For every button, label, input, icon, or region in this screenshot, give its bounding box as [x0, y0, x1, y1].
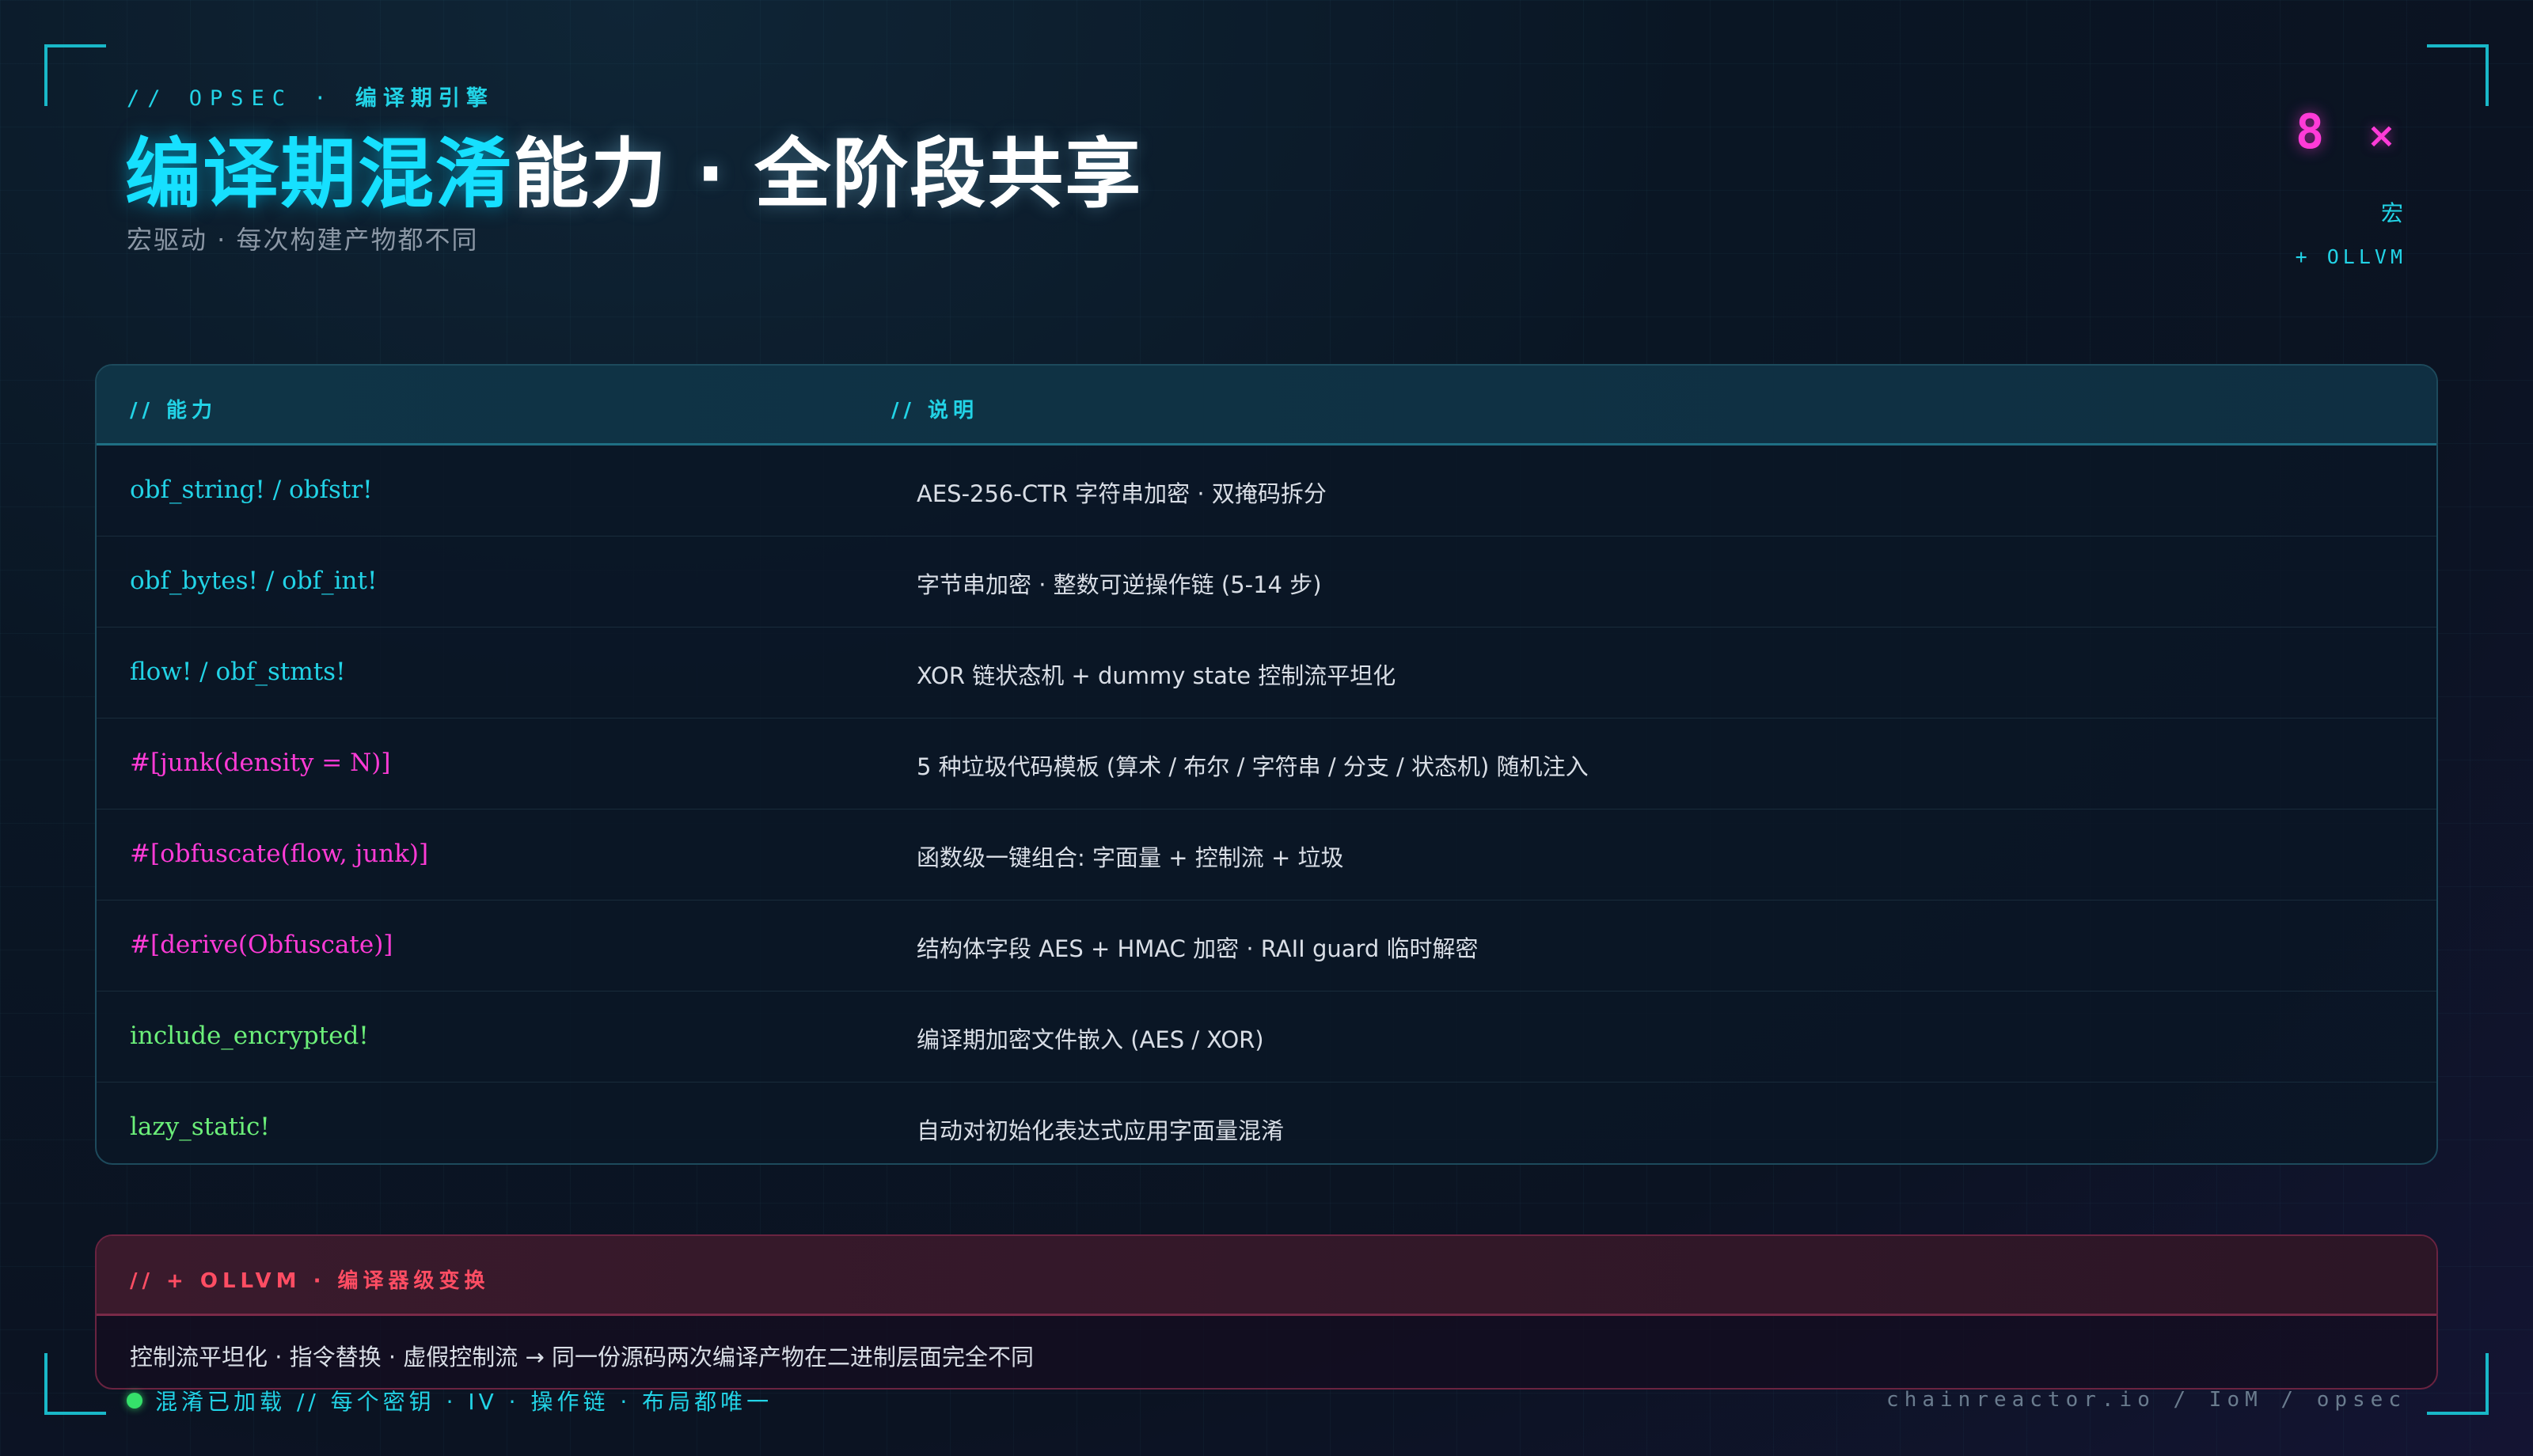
table-row: lazy_static! 自动对初始化表达式应用字面量混淆 [97, 1083, 2436, 1163]
capability-description: 函数级一键组合: 字面量 + 控制流 + 垃圾 [917, 844, 1344, 871]
capability-name: #[obfuscate(flow, junk)] [130, 840, 429, 868]
multiplier-icon: × [2367, 116, 2396, 156]
table-row: #[derive(Obfuscate)] 结构体字段 AES + HMAC 加密 … [97, 901, 2436, 992]
table-row: obf_bytes! / obf_int! 字节串加密 · 整数可逆操作链 (5-… [97, 537, 2436, 628]
status-text: 混淆已加载 // 每个密钥 · IV · 操作链 · 布局都唯一 [155, 1389, 773, 1415]
macro-count: 8 [2296, 104, 2325, 160]
title-rest: 能力 · 全阶段共享 [513, 130, 1143, 218]
column-header-description: // 说明 [891, 399, 979, 423]
title-highlight: 编译期混淆 [125, 130, 513, 218]
capability-name: obf_bytes! / obf_int! [130, 567, 378, 595]
corner-bracket-top-left [44, 44, 106, 106]
ollvm-title: // + OLLVM · 编译器级变换 [130, 1269, 490, 1293]
capability-description: XOR 链状态机 + dummy state 控制流平坦化 [917, 662, 1396, 689]
ollvm-panel: // + OLLVM · 编译器级变换 控制流平坦化 · 指令替换 · 虚假控制… [95, 1234, 2438, 1390]
capability-name: #[junk(density = N)] [130, 749, 391, 777]
capability-name: lazy_static! [130, 1113, 270, 1141]
status-dot-icon [127, 1393, 142, 1409]
table-header: // 能力 // 说明 [97, 366, 2436, 446]
table-row: #[obfuscate(flow, junk)] 函数级一键组合: 字面量 + 控… [97, 810, 2436, 901]
page-title: 编译期混淆能力 · 全阶段共享 [125, 112, 1142, 222]
eyebrow-label: 编译期引擎 [355, 86, 494, 111]
capability-name: #[derive(Obfuscate)] [130, 931, 393, 959]
eyebrow-prefix: // OPSEC · [127, 86, 335, 111]
ollvm-description: 控制流平坦化 · 指令替换 · 虚假控制流 → 同一份源码两次编译产物在二进制层… [130, 1344, 1035, 1371]
ollvm-header: // + OLLVM · 编译器级变换 [97, 1236, 2436, 1316]
column-header-capability: // 能力 [130, 399, 218, 423]
footer-brand: chainreactor.io / IoM / opsec [1886, 1388, 2406, 1412]
capability-description: AES-256-CTR 字符串加密 · 双掩码拆分 [917, 480, 1327, 507]
capability-description: 自动对初始化表达式应用字面量混淆 [917, 1117, 1285, 1144]
table-row: #[junk(density = N)] 5 种垃圾代码模板 (算术 / 布尔 /… [97, 719, 2436, 810]
capability-name: flow! / obf_stmts! [130, 658, 346, 686]
status-indicator: 混淆已加载 // 每个密钥 · IV · 操作链 · 布局都唯一 [127, 1385, 773, 1416]
capability-description: 结构体字段 AES + HMAC 加密 · RAII guard 临时解密 [917, 935, 1479, 962]
table-body: obf_string! / obfstr! AES-256-CTR 字符串加密 ·… [97, 446, 2436, 1163]
table-row: obf_string! / obfstr! AES-256-CTR 字符串加密 ·… [97, 446, 2436, 537]
eyebrow: // OPSEC · 编译期引擎 [127, 81, 494, 112]
page-subtitle: 宏驱动 · 每次构建产物都不同 [127, 225, 479, 255]
capability-description: 字节串加密 · 整数可逆操作链 (5-14 步) [917, 571, 1322, 598]
capability-description: 编译期加密文件嵌入 (AES / XOR) [917, 1026, 1264, 1053]
table-row: flow! / obf_stmts! XOR 链状态机 + dummy state… [97, 628, 2436, 719]
capability-name: include_encrypted! [130, 1022, 369, 1050]
macro-unit-label: 宏 [2381, 200, 2404, 226]
capability-name: obf_string! / obfstr! [130, 476, 373, 504]
capability-table: // 能力 // 说明 obf_string! / obfstr! AES-256… [95, 364, 2438, 1165]
ollvm-badge: + OLLVM [2295, 245, 2406, 268]
corner-bracket-top-right [2427, 44, 2489, 106]
table-row: include_encrypted! 编译期加密文件嵌入 (AES / XOR) [97, 992, 2436, 1083]
capability-description: 5 种垃圾代码模板 (算术 / 布尔 / 字符串 / 分支 / 状态机) 随机注… [917, 753, 1589, 780]
